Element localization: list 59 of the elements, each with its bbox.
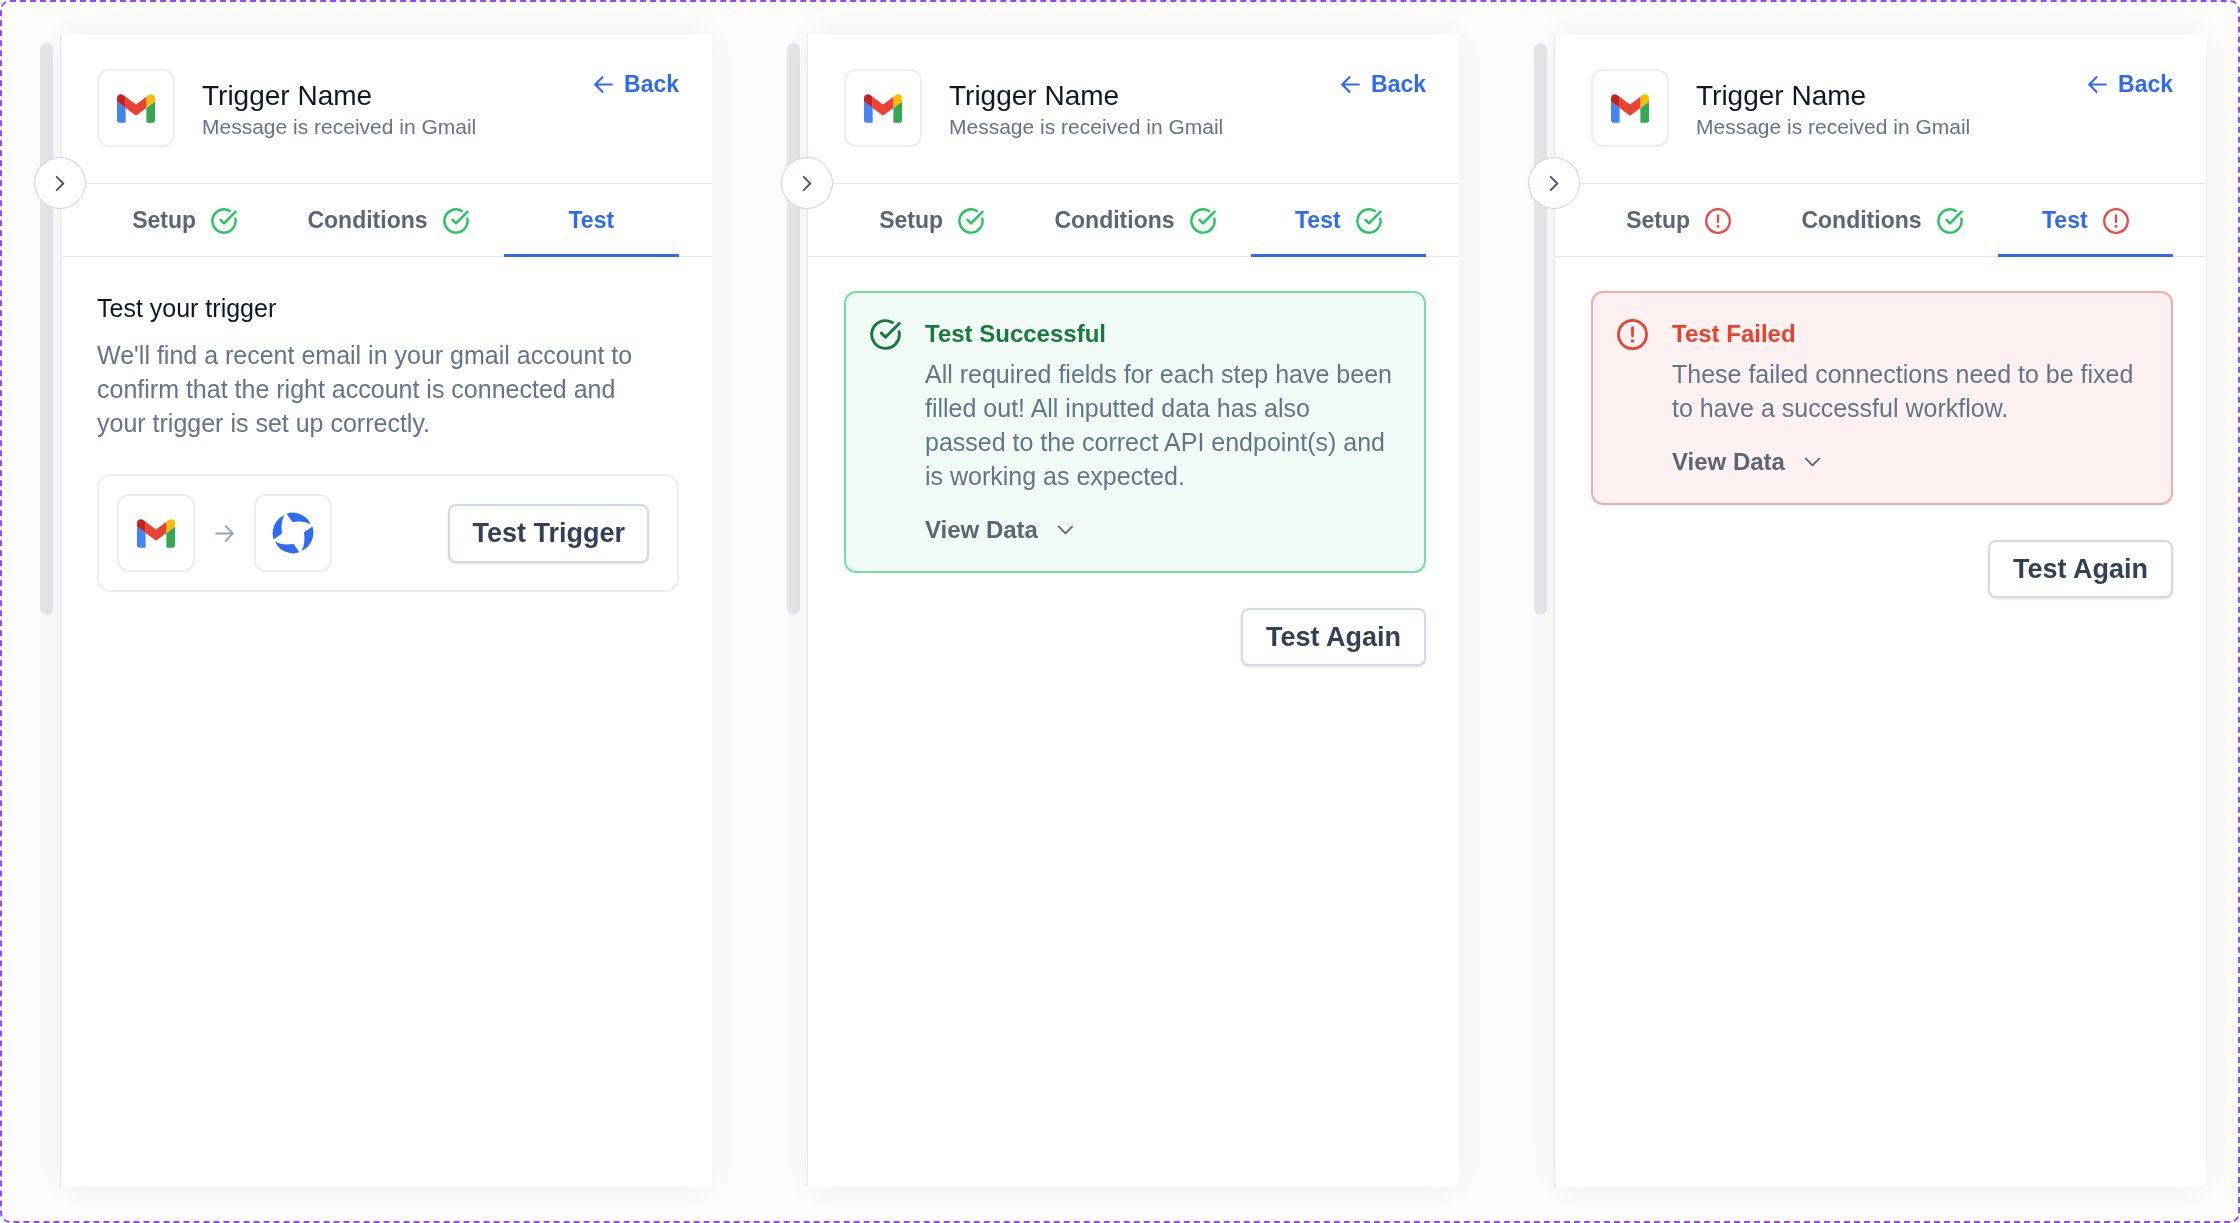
check-circle-icon xyxy=(442,207,469,234)
trigger-title: Trigger Name xyxy=(949,79,1121,113)
alert-circle-icon xyxy=(1705,207,1732,234)
scrollbar-thumb[interactable] xyxy=(40,43,53,615)
view-data-button[interactable]: View Data xyxy=(1672,445,1821,479)
scrollbar-thumb[interactable] xyxy=(787,43,800,615)
section-heading: Test your trigger xyxy=(97,293,278,324)
alert-message: All required fields for each step have been filled out! All inputted data has also passed to the correct API endpoint(s) and is working as expected. xyxy=(925,359,1393,492)
chevron-right-icon xyxy=(55,174,65,192)
trigger-subtitle: Message is received in Gmail xyxy=(1696,114,1971,140)
tab[interactable]: Test xyxy=(503,184,679,257)
trigger-title: Trigger Name xyxy=(1696,79,1868,113)
expand-button[interactable] xyxy=(781,157,833,209)
arrow-left-icon xyxy=(1341,75,1360,93)
arrow-left-icon xyxy=(2088,75,2107,93)
trigger-title: Trigger Name xyxy=(202,79,374,113)
chevron-down-icon xyxy=(1803,457,1821,467)
tab[interactable]: Test xyxy=(1250,184,1426,257)
check-circle-icon xyxy=(1189,207,1216,234)
chevron-right-icon xyxy=(1549,174,1559,192)
back-link[interactable]: Back xyxy=(594,69,679,99)
chevron-right-icon xyxy=(802,174,812,192)
tab[interactable]: Setup xyxy=(844,184,1020,257)
check-circle-icon xyxy=(211,207,238,234)
test-button[interactable]: Test Trigger xyxy=(448,503,649,563)
tab[interactable]: Setup xyxy=(1591,184,1767,257)
tab[interactable]: Conditions xyxy=(1047,184,1223,257)
back-link[interactable]: Back xyxy=(2088,69,2173,99)
view-data-button[interactable]: View Data xyxy=(925,513,1074,547)
mail-logo-icon xyxy=(117,494,195,572)
mail-logo-icon xyxy=(844,69,922,147)
expand-button[interactable] xyxy=(34,157,86,209)
test-button[interactable]: Test Again xyxy=(1241,608,1426,666)
alert-title: Test Successful xyxy=(925,319,1107,349)
alert-circle-icon xyxy=(2102,207,2129,234)
chevron-down-icon xyxy=(1056,525,1074,535)
tab[interactable]: Conditions xyxy=(1794,184,1970,257)
tab[interactable]: Setup xyxy=(97,184,273,257)
test-button[interactable]: Test Again xyxy=(1988,540,2173,598)
arrow-left-icon xyxy=(594,75,613,93)
arrow-right-icon xyxy=(215,524,234,542)
expand-button[interactable] xyxy=(1528,157,1580,209)
check-circle-icon xyxy=(1355,207,1382,234)
alert-title: Test Failed xyxy=(1672,319,1797,349)
mail-logo-icon xyxy=(97,69,175,147)
trigger-subtitle: Message is received in Gmail xyxy=(202,114,477,140)
pinwheel-logo-icon xyxy=(254,494,332,572)
trigger-subtitle: Message is received in Gmail xyxy=(949,114,1224,140)
mail-logo-icon xyxy=(1591,69,1669,147)
scrollbar-thumb[interactable] xyxy=(1534,43,1547,615)
check-circle-icon xyxy=(1936,207,1963,234)
section-description: We'll find a recent email in your gmail account to confirm that the right account is connected and your trigger is set up correctly. xyxy=(97,340,634,439)
check-circle-icon xyxy=(958,207,985,234)
check-circle-icon xyxy=(870,319,901,350)
alert-circle-icon xyxy=(1617,319,1648,350)
alert-message: These failed connections need to be fixed to have a successful workflow. xyxy=(1672,359,2135,424)
tab[interactable]: Test xyxy=(1997,184,2173,257)
back-link[interactable]: Back xyxy=(1341,69,1426,99)
tab[interactable]: Conditions xyxy=(300,184,476,257)
